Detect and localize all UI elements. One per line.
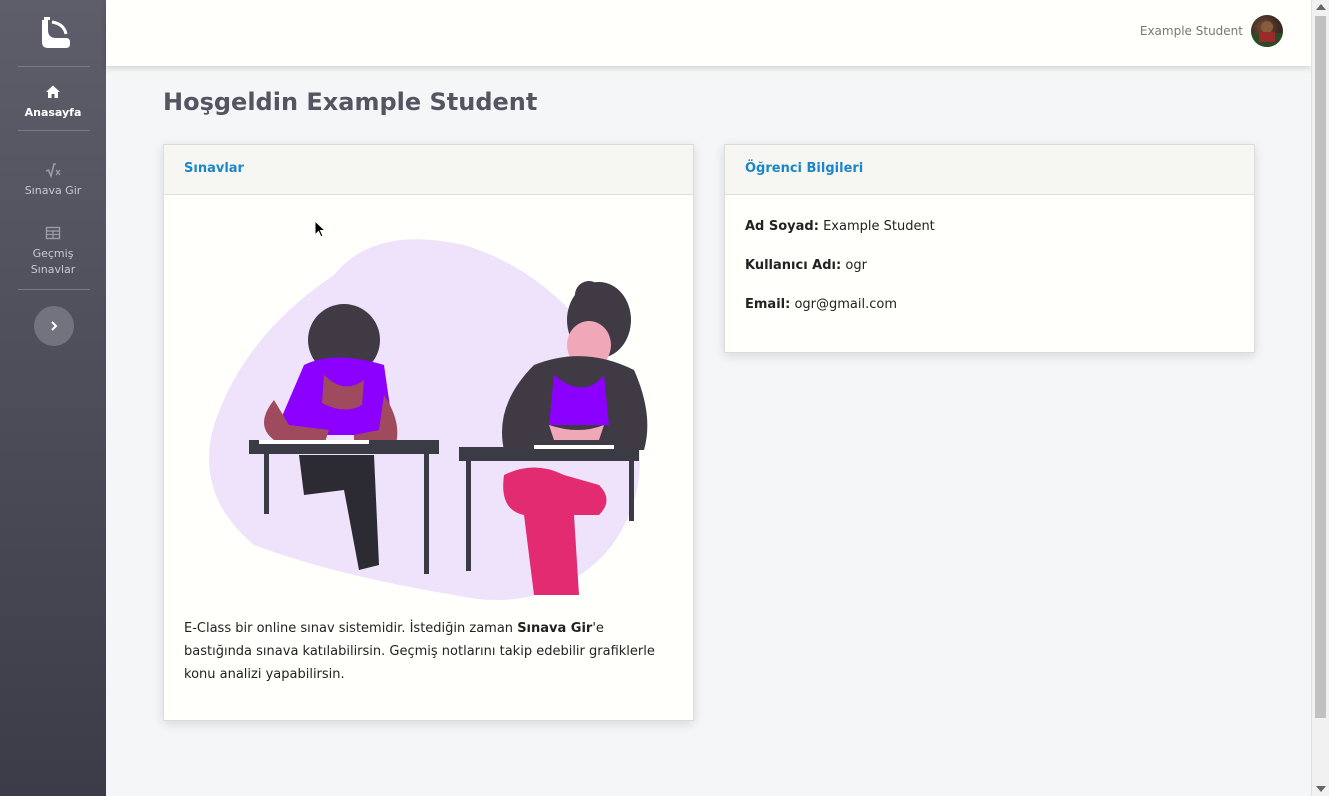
sidebar-toggle-button[interactable]: [34, 306, 74, 346]
students-exam-illustration: [209, 239, 648, 600]
exams-card: Sınavlar E-Class bir online sınav sistem…: [163, 144, 694, 721]
sidebar-item-past-exams[interactable]: Geçmiş Sınavlar: [0, 225, 106, 278]
sidebar-divider: [18, 289, 90, 290]
info-label: Ad Soyad:: [745, 219, 819, 234]
info-row-username: Kullanıcı Adı: ogr: [745, 258, 867, 273]
scroll-thumb[interactable]: [1315, 16, 1326, 718]
sidebar-item-home[interactable]: Anasayfa: [0, 84, 106, 121]
student-info-card-title: Öğrenci Bilgileri: [725, 145, 1254, 195]
chevron-right-icon: [51, 321, 58, 331]
avatar-photo-icon: [1251, 21, 1283, 47]
app-logo-icon[interactable]: [36, 14, 74, 52]
avatar[interactable]: [1251, 15, 1283, 47]
exams-card-title: Sınavlar: [164, 145, 693, 195]
info-row-full-name: Ad Soyad: Example Student: [745, 219, 935, 234]
info-row-email: Email: ogr@gmail.com: [745, 297, 897, 312]
info-label: Email:: [745, 297, 791, 312]
student-info-card: Öğrenci Bilgileri Ad Soyad: Example Stud…: [724, 144, 1255, 353]
page-title: Hoşgeldin Example Student: [163, 88, 538, 116]
scroll-down-arrow-icon[interactable]: [1316, 786, 1326, 792]
description-bold-text: Sınava Gir: [517, 621, 593, 636]
info-value: Example Student: [823, 219, 935, 234]
info-value: ogr@gmail.com: [794, 297, 898, 312]
sidebar: Anasayfa Sınava Gir Geçmiş Sınavlar: [0, 0, 106, 796]
sidebar-divider: [18, 130, 90, 131]
description-text: E-Class bir online sınav sistemidir. İst…: [184, 621, 518, 636]
exams-description: E-Class bir online sınav sistemidir. İst…: [184, 617, 674, 686]
info-value: ogr: [845, 258, 867, 273]
square-root-icon: [45, 163, 61, 178]
sidebar-item-label: Geçmiş Sınavlar: [30, 247, 76, 276]
page-scrollbar[interactable]: [1311, 0, 1329, 796]
sidebar-item-label: Sınava Gir: [24, 184, 82, 197]
sidebar-item-take-exam[interactable]: Sınava Gir: [0, 162, 106, 199]
info-label: Kullanıcı Adı:: [745, 258, 842, 273]
table-icon: [45, 226, 61, 240]
sidebar-divider: [18, 66, 90, 67]
mouse-cursor-icon: [314, 220, 327, 238]
top-bar: Example Student: [106, 0, 1311, 66]
sidebar-item-label: Anasayfa: [24, 106, 82, 119]
scroll-up-arrow-icon[interactable]: [1316, 4, 1326, 10]
user-name[interactable]: Example Student: [1140, 24, 1243, 38]
home-icon: [46, 85, 60, 98]
